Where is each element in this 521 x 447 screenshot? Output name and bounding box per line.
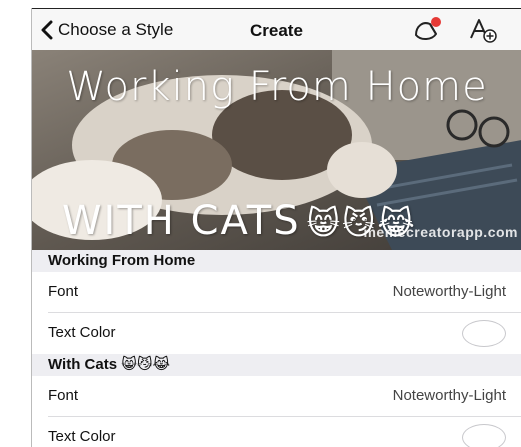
font-row-working-from-home[interactable]: Font Noteworthy-Light bbox=[32, 272, 521, 313]
watermark: memecreatorapp.com bbox=[363, 224, 518, 240]
bottom-caption-text: WITH CATS bbox=[62, 198, 301, 244]
font-value: Noteworthy-Light bbox=[392, 387, 506, 404]
navigation-bar: Choose a Style Create bbox=[32, 8, 521, 50]
page-title: Create bbox=[250, 21, 303, 40]
chevron-left-icon bbox=[41, 20, 53, 40]
text-color-label: Text Color bbox=[48, 428, 116, 445]
font-label: Font bbox=[48, 387, 79, 404]
back-button-label: Choose a Style bbox=[58, 20, 174, 39]
font-label: Font bbox=[48, 283, 79, 300]
app-frame: Choose a Style Create Working From Home … bbox=[31, 8, 521, 447]
top-caption[interactable]: Working From Home bbox=[32, 64, 521, 110]
text-color-label: Text Color bbox=[48, 324, 116, 341]
font-value: Noteworthy-Light bbox=[392, 283, 506, 300]
sticker-icon[interactable] bbox=[412, 16, 442, 44]
text-add-icon[interactable] bbox=[468, 16, 498, 44]
text-color-swatch[interactable] bbox=[462, 424, 506, 447]
section-header-with-cats: With Cats 😸😼😹 bbox=[32, 354, 521, 376]
text-color-row-with-cats[interactable]: Text Color bbox=[32, 417, 521, 447]
back-button[interactable]: Choose a Style bbox=[40, 18, 173, 42]
text-color-swatch[interactable] bbox=[462, 320, 506, 347]
section-header-working-from-home: Working From Home bbox=[32, 250, 521, 272]
text-color-row-working-from-home[interactable]: Text Color bbox=[32, 313, 521, 354]
meme-image[interactable]: Working From Home WITH CATS 😸😼😹 memecreat… bbox=[32, 50, 521, 250]
font-row-with-cats[interactable]: Font Noteworthy-Light bbox=[32, 376, 521, 417]
